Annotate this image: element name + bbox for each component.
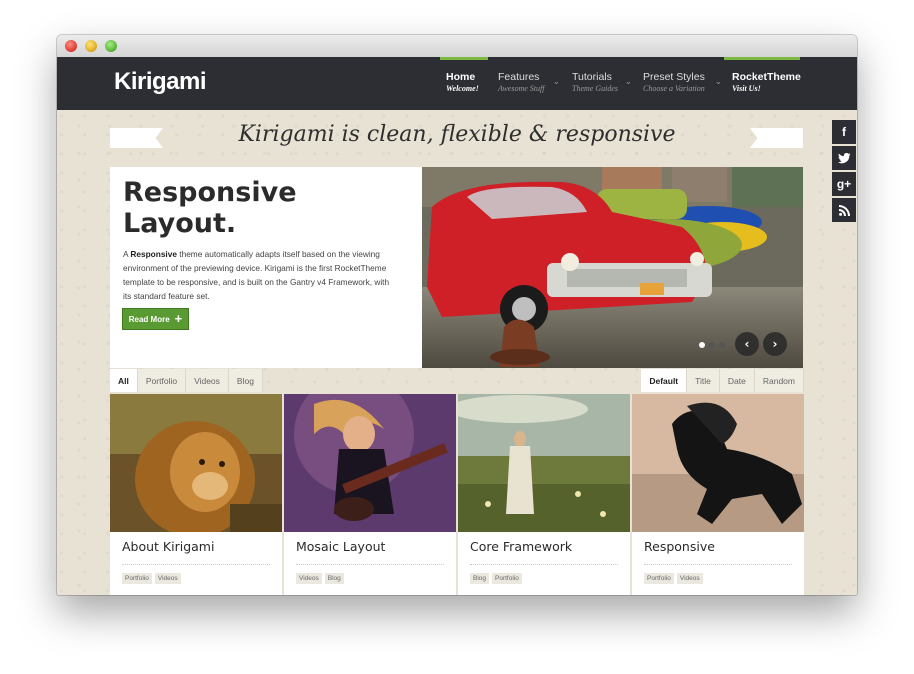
nav-item-sublabel: Choose a Variation (643, 84, 705, 93)
filter-portfolio[interactable]: Portfolio (137, 369, 187, 392)
sort-date[interactable]: Date (719, 369, 755, 392)
read-more-button[interactable]: Read More + (122, 308, 189, 330)
tag[interactable]: Videos (676, 573, 703, 584)
ribbon-decoration (750, 128, 803, 148)
divider (644, 564, 792, 565)
nav-item-tutorials[interactable]: Tutorials Theme Guides ⌄ (566, 57, 636, 110)
nav-item-home[interactable]: Home Welcome! (440, 57, 488, 110)
card-title[interactable]: About Kirigami (122, 539, 214, 554)
hero-title: Responsive Layout. (123, 177, 413, 239)
tag[interactable]: Blog (470, 573, 490, 584)
nav-item-sublabel: Welcome! (446, 84, 479, 93)
prev-slide-button[interactable]: ‹ (735, 332, 759, 356)
card-title[interactable]: Responsive (644, 539, 715, 554)
card-tags: Portfolio Videos (122, 573, 181, 584)
rss-icon[interactable] (832, 198, 856, 222)
sort-default[interactable]: Default (641, 369, 688, 392)
slide-dot[interactable] (699, 342, 705, 348)
nav-item-label: Tutorials (572, 71, 612, 83)
nav-item-label: Preset Styles (643, 71, 705, 83)
tag[interactable]: Videos (296, 573, 322, 584)
card-title[interactable]: Core Framework (470, 539, 572, 554)
hero-text-panel: Responsive Layout. A Responsive theme au… (110, 167, 422, 368)
page-content: Kirigami is clean, flexible & responsive… (57, 110, 857, 595)
hero-title-line: Responsive (123, 177, 297, 208)
facebook-icon[interactable]: f (832, 120, 856, 144)
close-window-button[interactable] (65, 40, 77, 52)
chevron-down-icon: ⌄ (553, 77, 560, 86)
social-links: f g+ (832, 120, 857, 224)
hero-description: A Responsive theme automatically adapts … (123, 247, 398, 303)
slide-dot[interactable] (709, 342, 715, 348)
window-titlebar (57, 35, 857, 58)
nav-item-label: Home (446, 71, 476, 83)
guitarist-image[interactable] (284, 394, 456, 532)
tag[interactable]: Portfolio (644, 573, 674, 584)
nav-item-label: Features (498, 71, 540, 83)
nav-item-rockettheme[interactable]: RocketTheme Visit Us! (724, 57, 801, 110)
sort-random[interactable]: Random (754, 369, 804, 392)
card-tags: Portfolio Videos (644, 573, 703, 584)
portfolio-card[interactable]: Mosaic Layout Videos Blog (284, 394, 456, 595)
nav-item-sublabel: Awesome Stuff (498, 84, 545, 93)
card-tags: Blog Portfolio (470, 573, 522, 584)
active-indicator (440, 57, 488, 60)
main-navigation: Kirigami Home Welcome! Features Awesome … (57, 57, 857, 110)
portfolio-card[interactable]: Responsive Portfolio Videos (632, 394, 804, 595)
hero-desc-bold: Responsive (130, 249, 177, 259)
meadow-image[interactable] (458, 394, 630, 532)
filter-videos[interactable]: Videos (186, 369, 229, 392)
hero-title-line: Layout. (123, 208, 237, 239)
nav-item-sublabel: Theme Guides (572, 84, 618, 93)
slide-indicators (699, 342, 725, 348)
nav-item-features[interactable]: Features Awesome Stuff ⌄ (492, 57, 562, 110)
category-filters: All Portfolio Videos Blog (110, 369, 263, 393)
browser-window: Kirigami Home Welcome! Features Awesome … (57, 35, 857, 595)
nav-item-preset-styles[interactable]: Preset Styles Choose a Variation ⌄ (637, 57, 723, 110)
filter-blog[interactable]: Blog (228, 369, 263, 392)
read-more-label: Read More (128, 314, 170, 324)
active-indicator (724, 57, 800, 60)
tag[interactable]: Portfolio (122, 573, 152, 584)
divider (122, 564, 270, 565)
plus-icon: + (174, 311, 183, 326)
sort-options: Default Title Date Random (641, 369, 804, 393)
google-plus-icon[interactable]: g+ (832, 172, 856, 196)
chevron-down-icon: ⌄ (625, 77, 632, 86)
zoom-window-button[interactable] (105, 40, 117, 52)
twitter-icon[interactable] (832, 146, 856, 170)
filter-all[interactable]: All (110, 369, 138, 392)
next-slide-button[interactable]: › (763, 332, 787, 356)
page-tagline: Kirigami is clean, flexible & responsive (238, 122, 676, 147)
nav-item-sublabel: Visit Us! (732, 84, 761, 93)
card-title[interactable]: Mosaic Layout (296, 539, 385, 554)
ribbon-decoration (110, 128, 163, 148)
tag[interactable]: Videos (154, 573, 181, 584)
minimize-window-button[interactable] (85, 40, 97, 52)
sort-title[interactable]: Title (687, 369, 720, 392)
divider (296, 564, 444, 565)
tag[interactable]: Portfolio (492, 573, 522, 584)
lion-image[interactable] (110, 394, 282, 532)
chevron-down-icon: ⌄ (715, 77, 722, 86)
site-logo[interactable]: Kirigami (114, 68, 207, 96)
slide-dot[interactable] (719, 342, 725, 348)
portfolio-card[interactable]: About Kirigami Portfolio Videos (110, 394, 282, 595)
card-tags: Videos Blog (296, 573, 344, 584)
black-horse-image[interactable] (632, 394, 804, 532)
divider (470, 564, 618, 565)
tag[interactable]: Blog (324, 573, 344, 584)
portfolio-card[interactable]: Core Framework Blog Portfolio (458, 394, 630, 595)
hero-image-vintage-cars[interactable]: ‹ › (422, 167, 803, 368)
nav-item-label: RocketTheme (732, 71, 801, 83)
